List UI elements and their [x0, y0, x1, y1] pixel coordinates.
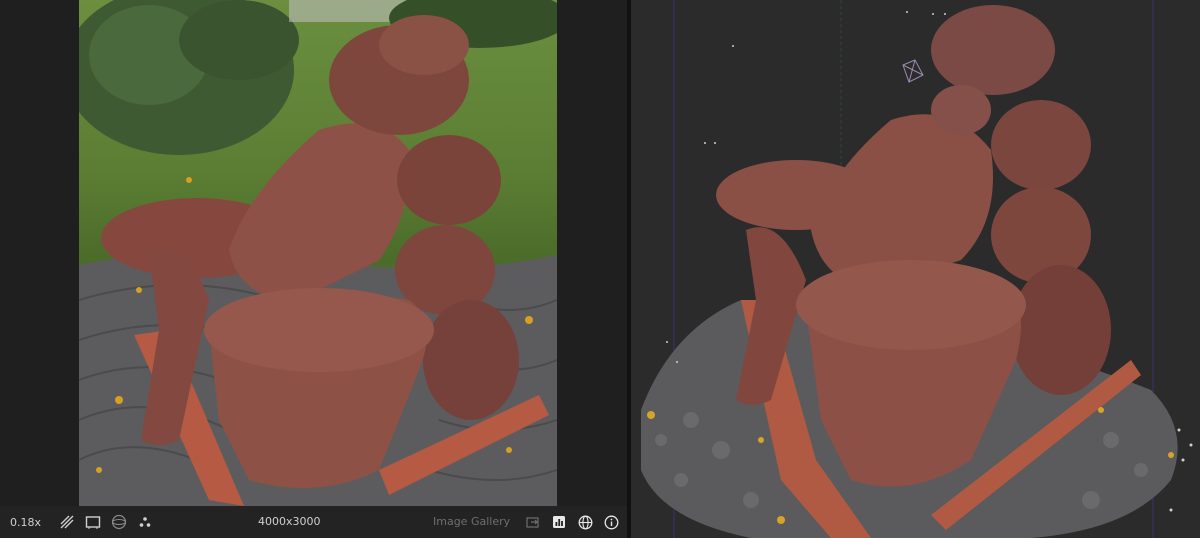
zebra-stripes-icon[interactable] — [59, 514, 75, 530]
image-resolution: 4000x3000 — [258, 515, 321, 528]
gallery-export-icon[interactable] — [525, 514, 541, 530]
app-window: 0.18x 4000x3000 Image Gallery — [0, 0, 1200, 538]
sphere-icon[interactable] — [111, 514, 127, 530]
frame-icon[interactable] — [85, 514, 101, 530]
viewer-toolbar-left: 0.18x — [10, 506, 153, 538]
viewer-toolbar-right — [525, 506, 619, 538]
histogram-icon[interactable] — [551, 514, 567, 530]
viewer-toolbar: 0.18x 4000x3000 Image Gallery — [0, 506, 627, 538]
image-gallery-label: Image Gallery — [433, 515, 511, 528]
globe-icon[interactable] — [577, 514, 593, 530]
photo-illustration — [79, 0, 557, 506]
features-icon[interactable] — [137, 514, 153, 530]
3d-viewport[interactable] — [631, 0, 1200, 538]
zoom-level: 0.18x — [10, 515, 42, 529]
source-photo[interactable] — [79, 0, 557, 506]
point-cloud-illustration — [641, 0, 1193, 538]
info-icon[interactable] — [603, 514, 619, 530]
image-viewer-pane[interactable]: 0.18x 4000x3000 Image Gallery — [0, 0, 627, 538]
